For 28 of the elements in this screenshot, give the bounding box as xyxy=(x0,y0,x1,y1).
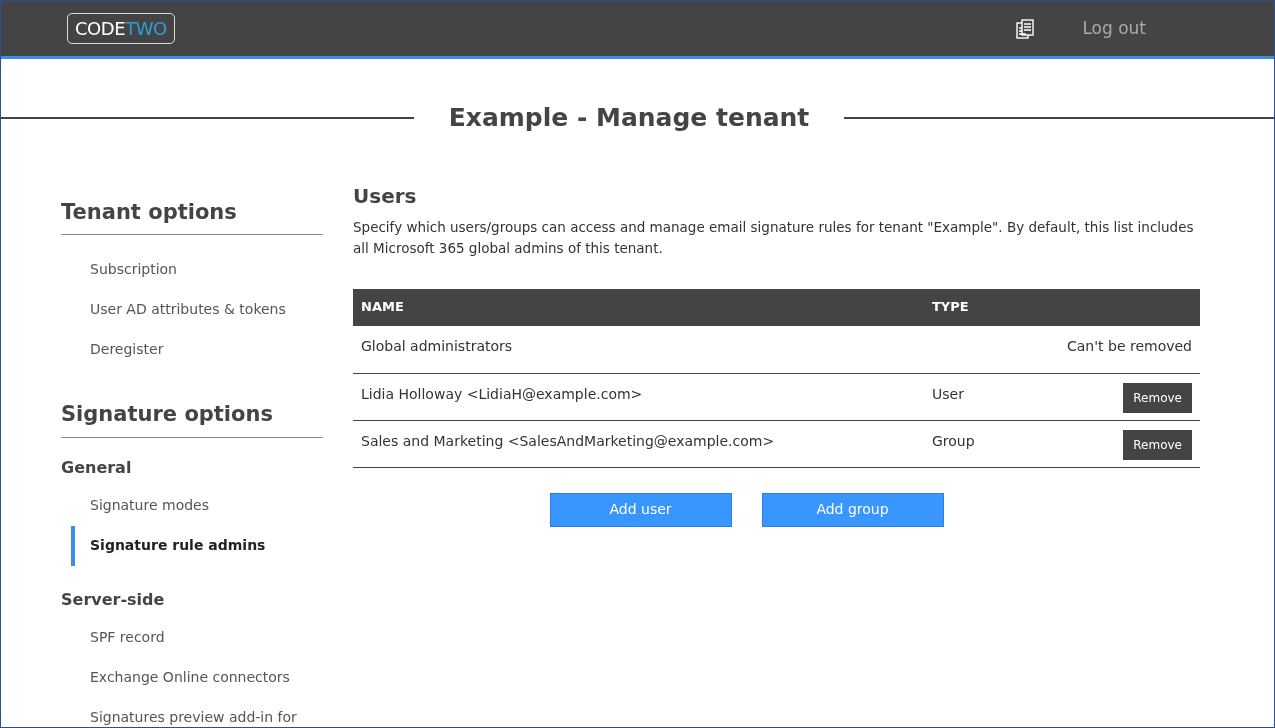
remove-button[interactable]: Remove xyxy=(1123,382,1192,413)
section-heading: Tenant options xyxy=(61,196,323,235)
group-heading: Server-side xyxy=(61,588,166,611)
page-title: Example - Manage tenant xyxy=(447,102,811,134)
table-cell-text: Global administrators xyxy=(361,336,514,356)
sidebar-item[interactable]: Deregister xyxy=(90,338,164,360)
section-heading: Signature options xyxy=(61,399,323,438)
sidebar-item[interactable]: Signature modes xyxy=(90,495,209,516)
description: Specify which users/groups can access and manage email signature rules for tenant "Example". By default, this list includes all Microsoft 365 global admins of this tenant. xyxy=(353,217,1195,258)
table-cell-text: Group xyxy=(932,431,975,451)
table-cell-text: Can't be removed xyxy=(1067,336,1192,356)
table-cell-text: Sales and Marketing <SalesAndMarketing@example.com> xyxy=(361,431,776,451)
table-cell-text: Lidia Holloway <LidiaH@example.com> xyxy=(361,384,644,404)
remove-button[interactable]: Remove xyxy=(1123,429,1192,460)
sidebar-item[interactable]: Signatures preview add-in for xyxy=(90,707,297,727)
table-cell-text: User xyxy=(932,384,964,404)
sidebar-item[interactable]: SPF record xyxy=(90,627,165,648)
column-header: NAME xyxy=(361,298,405,317)
logo[interactable]: CODETWO xyxy=(67,13,175,44)
section-title: Users xyxy=(353,182,418,210)
sidebar-item[interactable]: Exchange Online connectors xyxy=(90,667,290,688)
sidebar-item[interactable]: User AD attributes & tokens xyxy=(90,298,286,320)
documents-icon[interactable] xyxy=(1016,18,1035,39)
column-header: TYPE xyxy=(932,298,969,317)
sidebar-item[interactable]: Signature rule admins xyxy=(90,535,266,556)
sidebar-item[interactable]: Subscription xyxy=(90,258,177,280)
group-heading: General xyxy=(61,456,133,479)
logout-link[interactable]: Log out xyxy=(1082,15,1146,42)
